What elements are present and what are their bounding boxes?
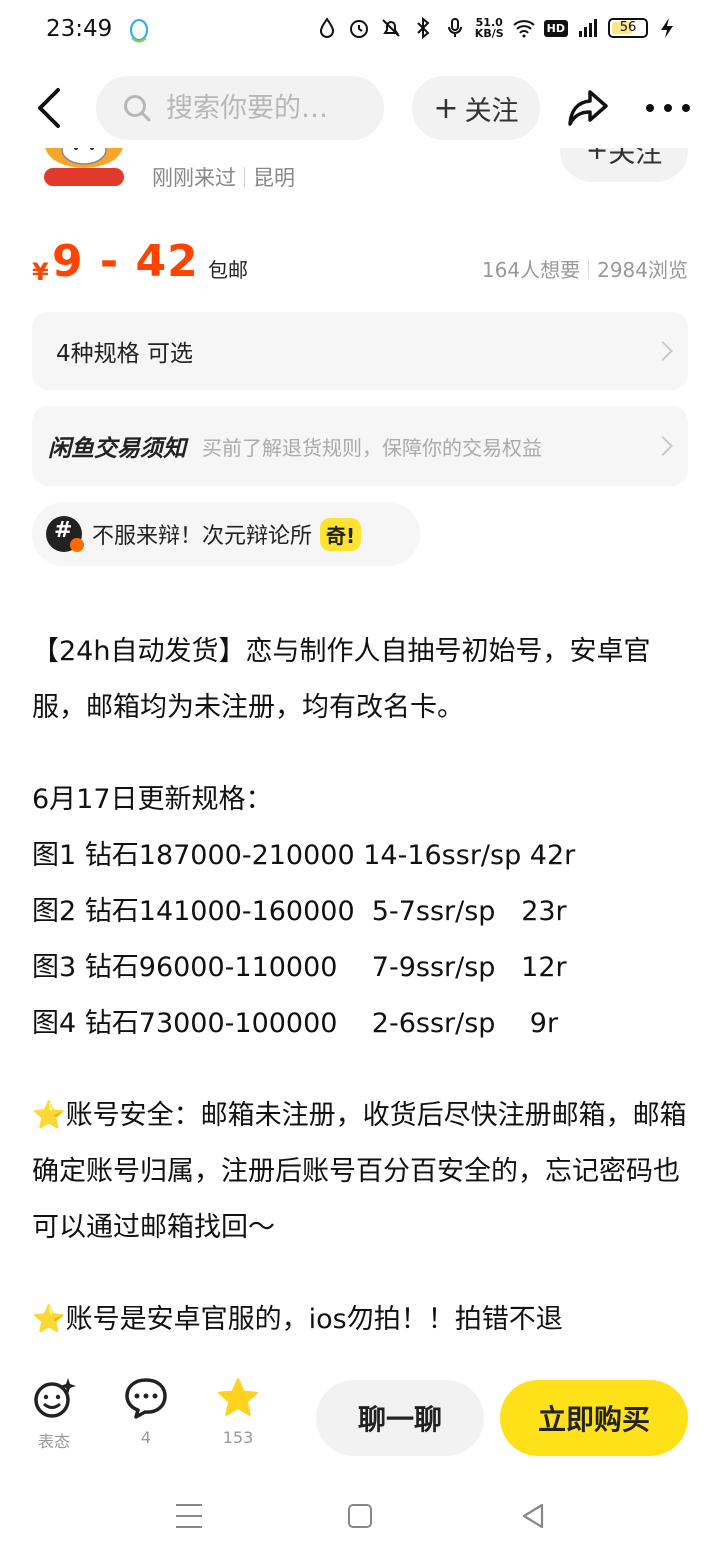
system-back-button[interactable] (520, 1502, 546, 1530)
menu-line-icon (176, 1504, 202, 1506)
react-label: 表态 (37, 1432, 70, 1451)
smile-sparkle-icon (34, 1378, 76, 1418)
star-emoji-icon: ⭐ (32, 1304, 66, 1335)
divider (244, 167, 245, 187)
follow-label: 关注 (608, 148, 663, 169)
battery-indicator: 56 (608, 18, 648, 38)
topic-chip[interactable]: 不服来辩！次元辩论所 奇! (32, 502, 420, 566)
seller-meta: 刚刚来过 昆明 (152, 162, 295, 192)
search-input[interactable] (166, 92, 366, 124)
desc-update-title: 6月17日更新规格： (32, 784, 273, 815)
price-row: ¥ 9 - 42 包邮 164人想要 2984浏览 (32, 236, 688, 296)
notice-desc: 买前了解退货规则，保障你的交易权益 (202, 435, 542, 460)
desc-android-text: 账号是安卓官服的，ios勿拍！！拍错不退 (65, 1304, 563, 1335)
trade-notice[interactable]: 闲鱼交易须知 买前了解退货规则，保障你的交易权益 (32, 406, 688, 486)
plus-icon: + (585, 148, 609, 166)
bottom-action-bar: 表态 4 153 聊一聊 立即购买 (0, 1366, 720, 1476)
item-description: 【24h自动发货】恋与制作人自抽号初始号，安卓官服，邮箱均为未注册，均有改名卡。… (32, 624, 692, 1348)
network-speed: 51.0 KB/S (474, 16, 504, 40)
hd-badge: HD (543, 19, 568, 37)
system-nav-bar (0, 1480, 720, 1560)
follow-label: 关注 (464, 95, 519, 127)
seller-location: 昆明 (253, 166, 295, 190)
chat-button[interactable]: 聊一聊 (316, 1380, 484, 1456)
mic-icon (447, 18, 462, 37)
favorite-button[interactable]: 153 (208, 1376, 268, 1447)
last-seen: 刚刚来过 (152, 166, 236, 190)
favorite-count: 153 (222, 1428, 254, 1447)
home-button[interactable] (348, 1504, 372, 1528)
topic-text: 不服来辩！次元辩论所 (92, 524, 313, 549)
more-dot-icon (682, 104, 690, 112)
follow-button-seller[interactable]: + 关注 (560, 148, 688, 182)
top-nav: + 关注 (0, 72, 720, 148)
divider (588, 258, 590, 279)
status-icons: 51.0 KB/S HD 56 (315, 16, 680, 40)
alarm-icon (349, 20, 368, 38)
recent-apps-button[interactable] (176, 1504, 202, 1528)
mute-bell-icon (382, 19, 400, 37)
desc-intro: 【24h自动发货】恋与制作人自抽号初始号，安卓官服，邮箱均为未注册，均有改名卡。 (32, 636, 651, 723)
star-emoji-icon: ⭐ (32, 1100, 66, 1131)
plus-icon: + (433, 90, 459, 126)
charging-icon (661, 18, 673, 38)
comment-button[interactable]: 4 (116, 1376, 176, 1447)
seller-avatar[interactable] (38, 148, 130, 194)
search-icon (124, 95, 151, 122)
currency-symbol: ¥ (32, 258, 49, 286)
price-range: 9 - 42 (52, 236, 199, 287)
chevron-right-icon (653, 436, 673, 456)
drop-icon (319, 17, 334, 38)
topic-badge: 奇! (320, 517, 362, 551)
seller-row: 刚刚来过 昆明 + 关注 (0, 148, 720, 200)
bluetooth-icon (417, 16, 430, 40)
buy-now-button[interactable]: 立即购买 (500, 1380, 688, 1456)
hashtag-icon (46, 516, 84, 552)
more-dot-icon (646, 104, 654, 112)
follow-button[interactable]: + 关注 (412, 76, 540, 140)
notice-title: 闲鱼交易须知 (48, 436, 186, 462)
react-button[interactable]: 表态 (24, 1376, 84, 1452)
wifi-icon (512, 20, 535, 38)
desc-spec-line: 图1 钻石187000-210000 14-16ssr/sp 42r (32, 840, 576, 871)
spec-label: 4种规格 可选 (56, 341, 193, 367)
desc-spec-line: 图3 钻石96000-110000 7-9ssr/sp 12r (32, 952, 567, 983)
status-time: 23:49 (46, 16, 113, 42)
desc-spec-line: 图2 钻石141000-160000 5-7ssr/sp 23r (32, 896, 567, 927)
desc-safety-text: 账号安全：邮箱未注册，收货后尽快注册邮箱，邮箱确定账号归属，注册后账号百分百安全… (32, 1100, 687, 1243)
item-stats: 164人想要 2984浏览 (482, 254, 688, 283)
back-button[interactable] (30, 86, 70, 130)
desc-android: ⭐账号是安卓官服的，ios勿拍！！拍错不退 (32, 1292, 692, 1348)
menu-line-icon (176, 1526, 202, 1528)
more-dot-icon (664, 104, 672, 112)
desc-spec-line: 图4 钻石73000-100000 2-6ssr/sp 9r (32, 1008, 559, 1039)
wants-count: 164人想要 (481, 258, 581, 282)
share-button[interactable] (566, 88, 610, 128)
signal-icon (579, 19, 597, 37)
status-bar: 23:49 51.0 KB/S HD 56 (0, 0, 720, 64)
desc-safety: ⭐账号安全：邮箱未注册，收货后尽快注册邮箱，邮箱确定账号归属，注册后账号百分百安… (32, 1088, 692, 1256)
spec-selector[interactable]: 4种规格 可选 (32, 312, 688, 390)
more-button[interactable] (646, 98, 690, 118)
chevron-right-icon (653, 341, 673, 361)
comment-icon (125, 1378, 167, 1419)
menu-line-icon (176, 1515, 202, 1517)
qq-icon (129, 18, 149, 43)
views-count: 2984浏览 (597, 258, 688, 282)
shipping-label: 包邮 (208, 258, 248, 282)
search-box[interactable] (96, 76, 384, 140)
comment-count: 4 (140, 1428, 152, 1447)
star-icon (218, 1378, 258, 1416)
